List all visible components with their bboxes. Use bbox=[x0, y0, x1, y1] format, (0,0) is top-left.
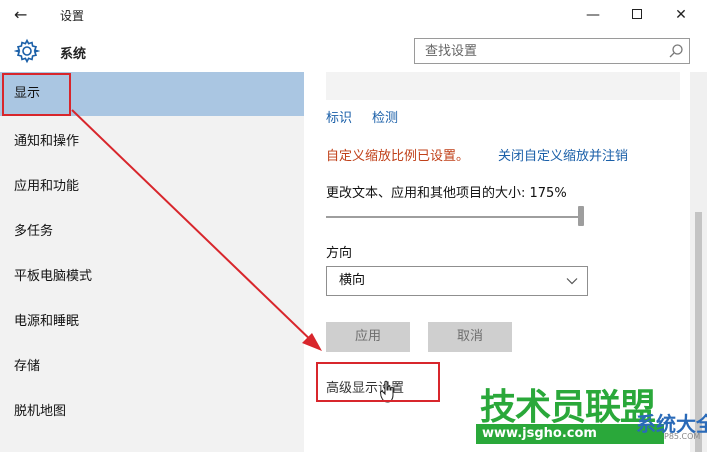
cancel-button[interactable]: 取消 bbox=[428, 322, 512, 352]
sidebar-item-display[interactable]: 显示 bbox=[0, 72, 304, 116]
maximize-icon bbox=[632, 9, 642, 19]
back-arrow-icon[interactable]: ← bbox=[14, 4, 38, 26]
sidebar-item-tablet-mode[interactable]: 平板电脑模式 bbox=[0, 255, 304, 299]
settings-header: 系统 bbox=[0, 30, 707, 72]
sidebar-item-apps[interactable]: 应用和功能 bbox=[0, 165, 304, 209]
sidebar-item-storage[interactable]: 存储 bbox=[0, 345, 304, 389]
size-slider[interactable] bbox=[326, 216, 584, 218]
orientation-select[interactable]: 横向 bbox=[326, 266, 588, 296]
minimize-button[interactable]: — bbox=[570, 3, 616, 27]
window-title: 设置 bbox=[60, 9, 85, 23]
size-slider-thumb[interactable] bbox=[578, 206, 584, 226]
title-bar: ← 设置 — ✕ bbox=[0, 0, 707, 30]
maximize-button[interactable] bbox=[614, 3, 660, 27]
section-title: 系统 bbox=[60, 47, 87, 62]
sidebar-item-notifications[interactable]: 通知和操作 bbox=[0, 120, 304, 164]
search-input[interactable] bbox=[415, 39, 659, 63]
identify-link[interactable]: 标识 bbox=[326, 107, 352, 126]
size-slider-fill bbox=[326, 216, 584, 218]
sidebar-item-multitasking[interactable]: 多任务 bbox=[0, 210, 304, 254]
custom-scale-notice: 自定义缩放比例已设置。 bbox=[326, 149, 470, 164]
hand-cursor-icon bbox=[380, 380, 394, 403]
watermark-small-text: P85.COM bbox=[664, 432, 701, 441]
detect-link[interactable]: 检测 bbox=[372, 107, 398, 126]
chevron-down-icon bbox=[566, 278, 578, 285]
sidebar-item-power-sleep[interactable]: 电源和睡眠 bbox=[0, 300, 304, 344]
monitor-preview bbox=[326, 72, 680, 100]
sidebar-item-offline-maps[interactable]: 脱机地图 bbox=[0, 390, 304, 434]
watermark-main-text: 技术员联盟 bbox=[480, 387, 656, 428]
size-label: 更改文本、应用和其他项目的大小: 175% bbox=[326, 186, 567, 201]
orientation-value: 横向 bbox=[339, 273, 366, 288]
orientation-label: 方向 bbox=[326, 246, 353, 261]
apply-button[interactable]: 应用 bbox=[326, 322, 410, 352]
search-box[interactable] bbox=[414, 38, 690, 64]
search-icon[interactable] bbox=[667, 42, 685, 60]
close-button[interactable]: ✕ bbox=[658, 3, 704, 27]
gear-icon bbox=[14, 38, 40, 64]
custom-scale-off-link[interactable]: 关闭自定义缩放并注销 bbox=[498, 145, 628, 164]
watermark-logo: 技术员联盟 www.jsgho.com 系统大全 P85.COM bbox=[476, 378, 707, 452]
sidebar: 显示 通知和操作 应用和功能 多任务 平板电脑模式 电源和睡眠 存储 脱机地图 bbox=[0, 72, 304, 452]
watermark-url: www.jsgho.com bbox=[482, 426, 597, 441]
